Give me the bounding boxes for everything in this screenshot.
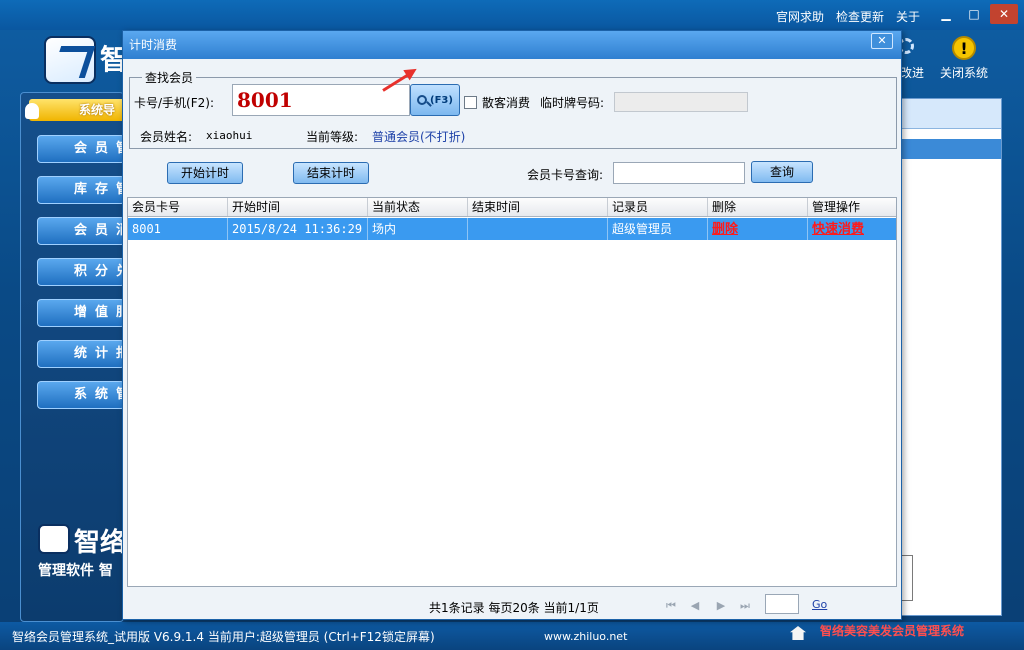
go-button[interactable]: Go [812,598,827,611]
search-icon [417,95,428,105]
page-number-input[interactable] [765,594,799,614]
col-end[interactable]: 结束时间 [468,198,608,216]
nav-item-points[interactable]: 积分兑 [37,258,125,286]
status-text: 智络会员管理系统_试用版 V6.9.1.4 当前用户:超级管理员 (Ctrl+F… [12,630,435,644]
pager-info: 共1条记录 每页20条 当前1/1页 [429,601,599,615]
close-icon[interactable]: ✕ [871,33,893,49]
home-icon[interactable] [790,626,806,640]
title-strip: 官网求助 检查更新 关于 ▁ □ ✕ [0,0,1024,30]
maximize-button[interactable]: □ [962,4,986,24]
nav-header[interactable]: 系统导 [25,99,125,121]
nav-item-stats[interactable]: 统计报 [37,340,125,368]
query-button[interactable]: 查询 [751,161,813,183]
table-row[interactable]: 8001 2015/8/24 11:36:29 场内 超级管理员 删除 快速消费 [128,218,896,240]
end-timing-button[interactable]: 结束计时 [293,162,369,184]
timing-records-table: 会员卡号 开始时间 当前状态 结束时间 记录员 删除 管理操作 8001 201… [127,197,897,587]
about-link[interactable]: 关于 [896,8,920,25]
dialog-title: 计时消费 ✕ [123,31,901,59]
panel-field [901,555,913,601]
start-timing-button[interactable]: 开始计时 [167,162,243,184]
nav-item-member[interactable]: 会员管 [37,135,125,163]
search-button-label: (F3) [430,94,453,106]
last-page-icon[interactable]: ⏭ [739,600,751,612]
col-start[interactable]: 开始时间 [228,198,368,216]
col-recorder[interactable]: 记录员 [608,198,708,216]
find-member-group: 查找会员 卡号/手机(F2): 8001 (F3) 散客消费 临时牌号码: 会员… [129,69,897,149]
close-window-button[interactable]: ✕ [990,4,1018,24]
delete-link[interactable]: 删除 [712,222,738,237]
cell-card: 8001 [128,218,228,240]
top-links: 官网求助 检查更新 关于 [776,8,920,25]
walkin-label: 散客消费 [482,96,531,110]
bottom-logo-text: 智络 [74,528,127,558]
member-name-label: 会员姓名: [140,130,193,144]
temp-tag-input[interactable] [614,92,748,112]
upgrade-label[interactable]: 改进 [900,64,924,81]
dialog-title-text: 计时消费 [129,38,178,52]
cell-delete: 删除 [708,218,808,240]
card-query-label: 会员卡号查询: [527,168,604,182]
first-page-icon[interactable]: ⏮ [665,600,677,612]
status-url[interactable]: www.zhiluo.net [544,630,627,643]
col-action[interactable]: 管理操作 [808,198,896,216]
member-name-value: xiaohui [206,129,253,142]
panel-tab-strip [901,139,1001,159]
nav-item-inventory[interactable]: 库存管 [37,176,125,204]
col-card[interactable]: 会员卡号 [128,198,228,216]
nav-item-consume[interactable]: 会员消 [37,217,125,245]
prev-page-icon[interactable]: ◀ [689,600,701,612]
bottom-slogan: 管理软件 智 [38,563,113,579]
pin-icon [25,103,39,119]
card-label: 卡号/手机(F2): [134,96,214,110]
bottom-logo [38,524,70,554]
pager: 共1条记录 每页20条 当前1/1页 ⏮ ◀ ▶ ⏭ Go [123,593,901,619]
check-update-link[interactable]: 检查更新 [836,8,884,25]
timing-consume-dialog: 计时消费 ✕ 查找会员 卡号/手机(F2): 8001 (F3) 散客消费 临时… [122,30,902,620]
cell-start: 2015/8/24 11:36:29 [228,218,368,240]
cell-action: 快速消费 [808,218,896,240]
temp-tag-label: 临时牌号码: [540,96,605,110]
quick-consume-link[interactable]: 快速消费 [812,222,864,237]
col-state[interactable]: 当前状态 [368,198,468,216]
nav-item-value-added[interactable]: 增值服 [37,299,125,327]
help-link[interactable]: 官网求助 [776,8,824,25]
cell-recorder: 超级管理员 [608,218,708,240]
level-value: 普通会员(不打折) [372,130,466,144]
search-member-button[interactable]: (F3) [410,84,460,116]
walkin-checkbox[interactable] [464,96,477,109]
nav-header-label: 系统导 [79,103,116,117]
close-system-button[interactable]: 关闭系统 [940,64,988,81]
warning-icon[interactable]: ! [952,36,976,60]
cell-end [468,218,608,240]
card-query-input[interactable] [613,162,745,184]
status-brand: 智络美容美发会员管理系统 [820,624,965,638]
background-panel [900,98,1002,616]
table-header: 会员卡号 开始时间 当前状态 结束时间 记录员 删除 管理操作 [128,198,896,217]
status-bar: 智络会员管理系统_试用版 V6.9.1.4 当前用户:超级管理员 (Ctrl+F… [0,622,1024,650]
minimize-button[interactable]: ▁ [934,4,958,24]
col-delete[interactable]: 删除 [708,198,808,216]
window-controls: ▁ □ ✕ [934,4,1018,24]
cell-state: 场内 [368,218,468,240]
nav-item-system[interactable]: 系统管 [37,381,125,409]
level-label: 当前等级: [306,130,359,144]
app-logo [44,36,96,84]
find-member-legend: 查找会员 [142,69,197,86]
next-page-icon[interactable]: ▶ [715,600,727,612]
panel-header [901,99,1001,129]
